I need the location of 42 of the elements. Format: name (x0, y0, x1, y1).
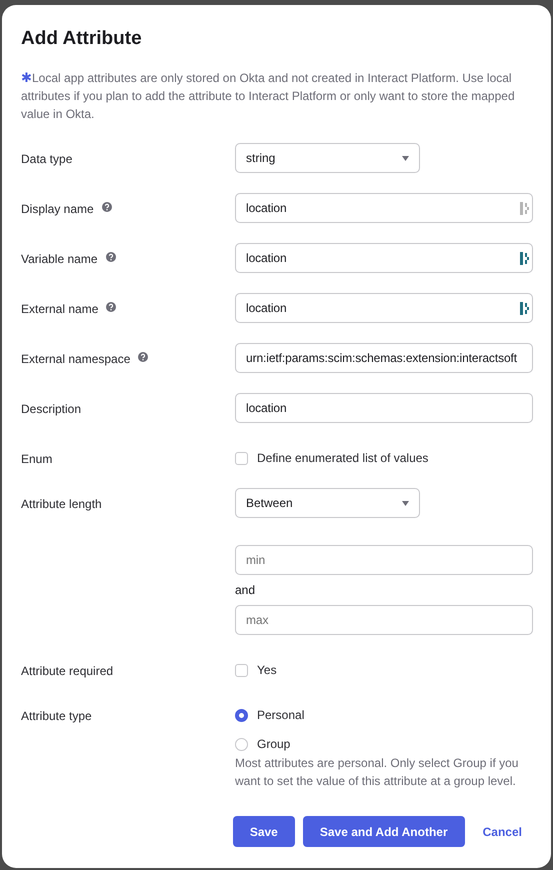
info-note: ✱Local app attributes are only stored on Okta and not created in Interact Platform. Use local attributes if you plan to add the attribute to Interact Platform or only want to store the mapped value in Okta. (21, 69, 516, 123)
caret-icon (402, 500, 409, 506)
checkbox[interactable] (235, 452, 248, 464)
field-label: Variable name (21, 251, 98, 268)
help-icon[interactable] (106, 252, 116, 262)
radio-button[interactable] (235, 738, 248, 750)
field-label: External name (21, 301, 98, 318)
help-text: Most attributes are personal. Only select Group if you want to set the value of this attribute at a group level. (235, 755, 520, 790)
checkbox[interactable] (235, 664, 248, 676)
primary-button[interactable]: Save and Add Another (302, 816, 465, 847)
field-label: Attribute required (21, 663, 114, 680)
mapping-icon[interactable] (520, 302, 529, 315)
field-label: Enum (21, 451, 52, 468)
help-icon[interactable] (102, 202, 112, 212)
input-field[interactable]: min (235, 545, 533, 575)
help-icon[interactable] (106, 302, 116, 312)
field-label: Display name (21, 201, 94, 218)
field-label: Attribute type (21, 708, 92, 725)
primary-button[interactable]: Save (232, 816, 295, 847)
radio-button[interactable] (235, 708, 248, 722)
cancel-button[interactable]: Cancel (472, 816, 532, 847)
help-icon[interactable] (138, 352, 148, 362)
field-label: External namespace (21, 351, 130, 368)
input-field[interactable]: max (235, 605, 533, 635)
mapping-icon[interactable] (520, 252, 529, 265)
field-label: Attribute length (21, 496, 102, 513)
field-label: Data type (21, 151, 72, 168)
joiner-text: and (235, 583, 256, 597)
radio-label: Group (257, 736, 290, 753)
caret-icon (402, 156, 409, 160)
dialog-title: Add Attribute (21, 27, 143, 51)
input-field[interactable]: location (235, 193, 533, 223)
input-field[interactable]: location (235, 243, 533, 273)
input-field[interactable]: location (235, 293, 533, 323)
checkbox-label: Yes (257, 662, 277, 679)
dropdown[interactable]: string (235, 143, 420, 173)
checkbox-label: Define enumerated list of values (257, 450, 428, 467)
input-field[interactable]: location (235, 393, 533, 423)
dropdown[interactable]: Between (235, 488, 420, 518)
field-label: Description (21, 401, 82, 418)
input-field[interactable]: urn:ietf:params:scim:schemas:extension:interactsoft (235, 343, 533, 373)
radio-label: Personal (257, 707, 304, 724)
